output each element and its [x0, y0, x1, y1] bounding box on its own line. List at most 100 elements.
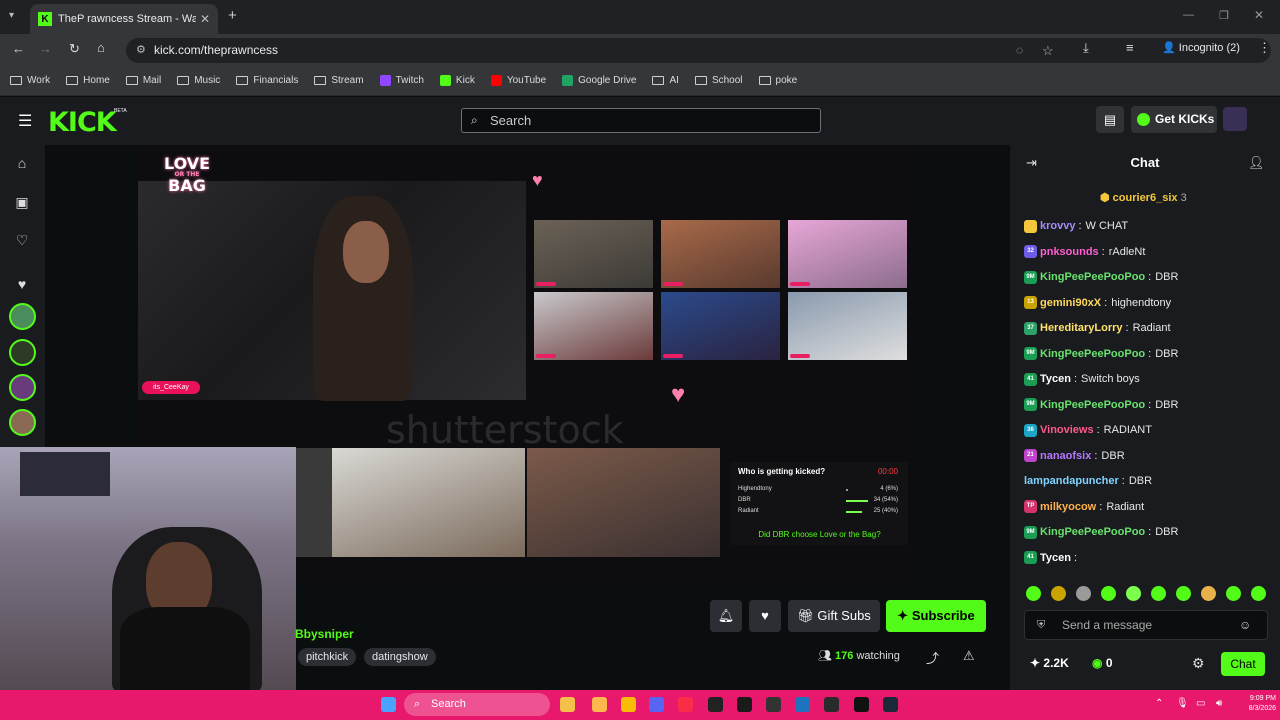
bookmark-star-icon[interactable]: ☆: [1042, 38, 1054, 63]
download-icon[interactable]: ⤓: [1083, 40, 1089, 56]
chat-username[interactable]: KingPeePeePooPoo: [1040, 344, 1145, 364]
chat-settings-gear-icon[interactable]: ⚙: [1192, 655, 1205, 672]
tag-chip[interactable]: datingshow: [364, 648, 436, 666]
home-nav-icon[interactable]: ⌂: [14, 155, 30, 171]
emote-icon[interactable]: [1101, 586, 1116, 601]
chat-username[interactable]: Vinoviews: [1040, 420, 1094, 440]
discord-icon[interactable]: [649, 697, 664, 712]
tab-list-icon[interactable]: ▾: [9, 10, 14, 21]
chat-message[interactable]: 9M KingPeePeePooPoo: DBR: [1024, 344, 1274, 364]
bookmark-item[interactable]: Home: [66, 75, 110, 86]
back-icon[interactable]: ←: [12, 41, 25, 56]
app-icon[interactable]: [824, 697, 839, 712]
chat-username[interactable]: HereditaryLorry: [1040, 318, 1123, 338]
emote-icon[interactable]: [1051, 586, 1066, 601]
chat-username[interactable]: Tycen: [1040, 548, 1071, 568]
chat-username[interactable]: gemini90xX: [1040, 293, 1101, 313]
tag-chip[interactable]: pitchkick: [298, 648, 357, 666]
browse-icon[interactable]: ▤: [1096, 106, 1124, 133]
music-icon[interactable]: [678, 697, 693, 712]
chat-message[interactable]: 9M KingPeePeePooPoo: DBR: [1024, 522, 1274, 542]
chat-message[interactable]: TP milkyocow: Radiant: [1024, 497, 1274, 517]
gift-subs-button[interactable]: 🎁︎ Gift Subs: [788, 600, 880, 632]
chat-message[interactable]: krovvy: W CHAT: [1024, 216, 1274, 236]
mic-icon[interactable]: 🎙︎: [1176, 698, 1189, 709]
incognito-badge[interactable]: 👤 Incognito (2): [1162, 41, 1240, 54]
user-avatar[interactable]: [1223, 107, 1247, 131]
close-tab-icon[interactable]: ✕: [200, 12, 210, 26]
chat-message[interactable]: 9M KingPeePeePooPoo: DBR: [1024, 267, 1274, 287]
chat-username[interactable]: KingPeePeePooPoo: [1040, 395, 1145, 415]
emoji-icon[interactable]: ☺: [1239, 611, 1251, 639]
bookmark-item[interactable]: Work: [10, 75, 50, 86]
streamer-username[interactable]: Bbysniper: [295, 627, 354, 641]
chat-username[interactable]: nanaofsix: [1040, 446, 1091, 466]
chat-username[interactable]: lampandapuncher: [1024, 471, 1119, 491]
bookmark-item[interactable]: Twitch: [379, 75, 424, 86]
bookmark-item[interactable]: Stream: [314, 75, 364, 86]
chat-message-input[interactable]: ⛨ Send a message ☺: [1024, 610, 1268, 640]
bookmark-item[interactable]: poke: [758, 75, 797, 86]
app-icon[interactable]: [708, 697, 723, 712]
obs-icon[interactable]: [766, 697, 781, 712]
chat-message[interactable]: 36 Vinoviews: RADIANT: [1024, 420, 1274, 440]
chat-message[interactable]: 13 gemini90xX: highendtony: [1024, 293, 1274, 313]
kick-logo[interactable]: KICK: [48, 107, 117, 138]
browser-tab[interactable]: K TheP rawncess Stream - Wa ✕: [30, 4, 218, 34]
bookmark-item[interactable]: School: [694, 75, 743, 86]
browse-nav-icon[interactable]: ▣: [14, 194, 30, 210]
points-balance[interactable]: ◉ 0: [1092, 656, 1113, 670]
eye-off-icon[interactable]: ◌: [1016, 38, 1023, 63]
chat-username[interactable]: KingPeePeePooPoo: [1040, 267, 1145, 287]
browser-menu-icon[interactable]: ⋮: [1258, 40, 1271, 56]
chat-message[interactable]: 21 nanaofsix: DBR: [1024, 446, 1274, 466]
bookmark-item[interactable]: Music: [177, 75, 220, 86]
channel-avatar[interactable]: [9, 409, 36, 436]
bookmark-item[interactable]: AI: [652, 75, 679, 86]
volume-icon[interactable]: 🔊︎: [1216, 698, 1222, 709]
tab-search-icon[interactable]: ≡: [1126, 40, 1134, 55]
url-field[interactable]: ⚙ kick.com/theprawncess ◌ ☆: [126, 38, 1271, 63]
bookmark-item[interactable]: Financials: [236, 75, 298, 86]
get-kicks-button[interactable]: Get KICKs: [1131, 106, 1217, 133]
search-input[interactable]: ⌕ Search: [461, 108, 821, 133]
emote-icon[interactable]: [1251, 586, 1266, 601]
emote-icon[interactable]: [1076, 586, 1091, 601]
chrome-icon[interactable]: [621, 697, 636, 712]
emote-icon[interactable]: [1201, 586, 1216, 601]
share-icon[interactable]: ⤴: [926, 648, 939, 667]
channel-avatar[interactable]: [9, 303, 36, 330]
pinned-gifter[interactable]: ⬢ courier6_six 3: [1100, 191, 1187, 204]
hamburger-menu-icon[interactable]: ☰: [18, 111, 32, 131]
emote-icon[interactable]: [1126, 586, 1141, 601]
close-window-icon[interactable]: ✕: [1254, 8, 1264, 22]
following-nav-icon[interactable]: ♡: [14, 232, 30, 248]
chat-message[interactable]: 9M KingPeePeePooPoo: DBR: [1024, 395, 1274, 415]
chat-message[interactable]: 32 pnksounds: rAdleNt: [1024, 242, 1274, 262]
reload-icon[interactable]: ↻: [69, 41, 80, 57]
bookmark-item[interactable]: Google Drive: [562, 75, 636, 86]
bookmark-item[interactable]: Mail: [125, 75, 161, 86]
emote-icon[interactable]: [1151, 586, 1166, 601]
chrome-active-icon[interactable]: [592, 697, 607, 712]
new-tab-icon[interactable]: +: [228, 7, 237, 24]
follow-heart-button[interactable]: ♥: [749, 600, 781, 632]
chat-username[interactable]: milkyocow: [1040, 497, 1096, 517]
bookmark-item[interactable]: YouTube: [490, 75, 546, 86]
send-chat-button[interactable]: Chat: [1221, 652, 1265, 676]
app-icon[interactable]: [795, 697, 810, 712]
report-icon[interactable]: ⚠: [963, 648, 975, 664]
chat-username[interactable]: pnksounds: [1040, 242, 1099, 262]
chat-username[interactable]: krovvy: [1040, 216, 1075, 236]
file-explorer-icon[interactable]: [560, 697, 575, 712]
app-icon[interactable]: [737, 697, 752, 712]
chat-users-icon[interactable]: 👤︎: [1248, 155, 1265, 171]
channel-avatar[interactable]: [9, 374, 36, 401]
notification-bell-button[interactable]: 🔔︎: [710, 600, 742, 632]
site-info-icon[interactable]: ⚙: [136, 38, 146, 63]
chat-username[interactable]: KingPeePeePooPoo: [1040, 522, 1145, 542]
maximize-icon[interactable]: ❐: [1219, 9, 1229, 22]
home-icon[interactable]: ⌂: [97, 40, 105, 55]
channel-avatar[interactable]: [9, 339, 36, 366]
emote-icon[interactable]: [1176, 586, 1191, 601]
